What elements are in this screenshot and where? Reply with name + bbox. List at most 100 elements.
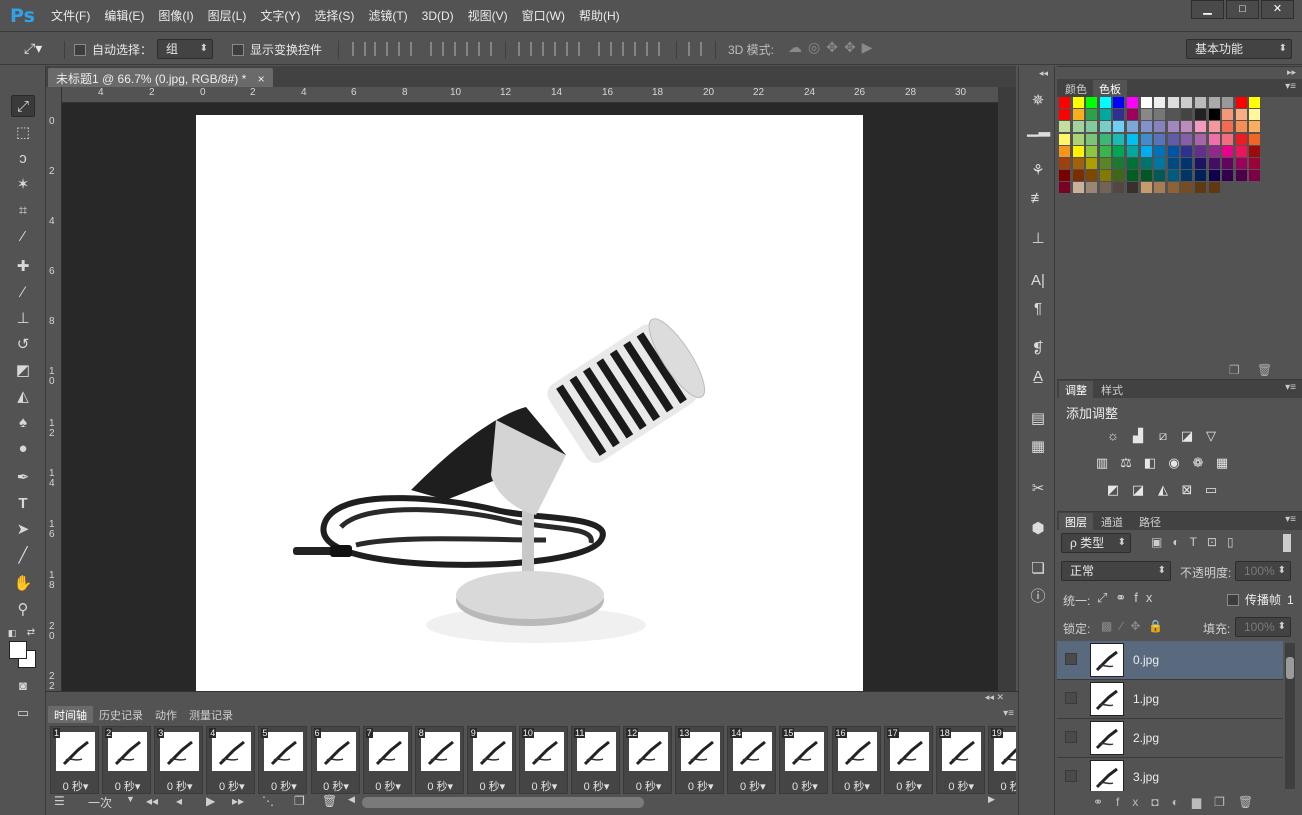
document-tab[interactable]: 未标题1 @ 66.7% (0.jpg, RGB/8#) * × bbox=[48, 68, 273, 87]
blend-mode-dropdown[interactable]: 正常 bbox=[1061, 561, 1171, 581]
move-tool-icon[interactable]: ⤢▾ bbox=[24, 40, 42, 57]
color-swatch[interactable] bbox=[1127, 109, 1138, 121]
prev-frame-icon[interactable]: ◂ bbox=[176, 794, 182, 808]
color-swatch[interactable] bbox=[1072, 158, 1084, 169]
tab-styles[interactable]: 样式 bbox=[1095, 381, 1129, 398]
color-swatch[interactable] bbox=[1113, 121, 1125, 133]
color-swatch[interactable] bbox=[1154, 109, 1166, 121]
next-frame-icon[interactable]: ▸▸ bbox=[232, 794, 244, 808]
color-swatch[interactable] bbox=[1059, 133, 1070, 145]
delete-frame-icon[interactable]: 🗑 bbox=[322, 794, 337, 808]
color-swatch[interactable] bbox=[1167, 182, 1179, 194]
dodge-tool-icon[interactable]: ● bbox=[11, 438, 35, 460]
document-canvas[interactable] bbox=[196, 115, 863, 691]
color-swatch[interactable] bbox=[1195, 109, 1206, 121]
timeline-frame[interactable]: 70 秒▾ bbox=[362, 726, 412, 794]
clone-source-icon[interactable]: ⊥ bbox=[1027, 228, 1049, 250]
propagate-checkbox[interactable]: 传播帧 1 bbox=[1227, 591, 1294, 608]
black-white-icon[interactable]: ◧ bbox=[1141, 455, 1159, 471]
pen-tool-icon[interactable]: ✒ bbox=[11, 467, 35, 489]
color-swatch[interactable] bbox=[1086, 170, 1098, 182]
hand-tool-icon[interactable]: ✋ bbox=[11, 573, 35, 595]
menu-filter[interactable]: 滤镜(T) bbox=[361, 8, 414, 25]
color-swatch[interactable] bbox=[1140, 145, 1152, 157]
align-vcenter-icon[interactable] bbox=[374, 42, 388, 56]
color-swatch[interactable] bbox=[1195, 133, 1206, 145]
blur-tool-icon[interactable]: ♠ bbox=[11, 412, 35, 434]
menu-image[interactable]: 图像(I) bbox=[151, 8, 200, 25]
color-swatch[interactable] bbox=[1059, 170, 1070, 182]
selective-color-icon[interactable]: ⊠ bbox=[1178, 482, 1196, 498]
magic-wand-tool-icon[interactable]: ✶ bbox=[11, 174, 35, 196]
color-swatch[interactable] bbox=[1249, 133, 1261, 145]
fill-field[interactable]: 100% bbox=[1235, 617, 1291, 637]
color-swatch[interactable] bbox=[1208, 145, 1220, 157]
distribute-vcenter-icon[interactable] bbox=[542, 42, 556, 56]
curves-icon[interactable]: ⧄ bbox=[1154, 428, 1172, 444]
stamp-tool-icon[interactable]: ⊥ bbox=[11, 308, 35, 330]
color-swatch[interactable] bbox=[1208, 182, 1220, 194]
color-swatch[interactable] bbox=[1086, 121, 1098, 133]
distribute-left-icon[interactable] bbox=[598, 42, 612, 56]
brush-settings-icon[interactable]: ≢ bbox=[1027, 188, 1049, 210]
color-swatch[interactable] bbox=[1249, 121, 1261, 133]
align-bottom-icon[interactable] bbox=[398, 42, 412, 56]
layer-footer-icons[interactable]: ⚭fx◘◐▆❐🗑 bbox=[1093, 795, 1266, 809]
lock-icons[interactable]: ▩∕✥🔒 bbox=[1101, 619, 1171, 633]
color-swatch[interactable] bbox=[1113, 133, 1125, 145]
color-swatch[interactable] bbox=[1140, 182, 1152, 194]
color-swatch[interactable] bbox=[1059, 158, 1070, 169]
timeline-frame[interactable]: 10 0 秒▾ bbox=[518, 726, 568, 794]
menu-file[interactable]: 文件(F) bbox=[44, 8, 97, 25]
color-swatch[interactable] bbox=[1113, 109, 1125, 121]
color-swatch[interactable] bbox=[1181, 158, 1193, 169]
loop-select[interactable]: 一次 bbox=[88, 794, 112, 811]
color-swatch[interactable] bbox=[1208, 97, 1220, 108]
color-swatch[interactable] bbox=[1235, 121, 1247, 133]
color-swatch[interactable] bbox=[1249, 145, 1261, 157]
color-swatch[interactable] bbox=[1167, 109, 1179, 121]
color-swatch[interactable] bbox=[1249, 170, 1261, 182]
new-swatch-icon[interactable]: ❐ bbox=[1229, 363, 1240, 377]
panel-menu-icon[interactable]: ▾≡ bbox=[1003, 708, 1014, 719]
color-swatch[interactable] bbox=[1113, 145, 1125, 157]
color-swatch[interactable] bbox=[1167, 97, 1179, 108]
color-swatch[interactable] bbox=[1195, 158, 1206, 169]
eraser-tool-icon[interactable]: ◩ bbox=[11, 360, 35, 382]
color-swatch[interactable] bbox=[1059, 121, 1070, 133]
threshold-icon[interactable]: ◭ bbox=[1154, 482, 1172, 498]
color-swatch[interactable] bbox=[1235, 170, 1247, 182]
visibility-toggle[interactable] bbox=[1065, 770, 1077, 782]
auto-select-dropdown[interactable]: 组 bbox=[157, 39, 213, 59]
color-swatch[interactable] bbox=[1059, 109, 1070, 121]
character-icon[interactable]: A| bbox=[1027, 270, 1049, 292]
info-icon[interactable]: ⓘ bbox=[1027, 586, 1049, 608]
visibility-toggle[interactable] bbox=[1065, 731, 1077, 743]
show-transform-checkbox[interactable]: 显示变换控件 bbox=[232, 41, 322, 58]
color-swatch[interactable] bbox=[1127, 158, 1138, 169]
move-tool-icon[interactable]: ⤢ bbox=[11, 95, 35, 117]
color-swatch[interactable] bbox=[1195, 170, 1206, 182]
visibility-toggle[interactable] bbox=[1065, 653, 1077, 665]
color-swatch[interactable] bbox=[1154, 158, 1166, 169]
menu-edit[interactable]: 编辑(E) bbox=[97, 8, 151, 25]
auto-select-checkbox[interactable]: 自动选择： bbox=[74, 41, 152, 58]
color-swatch[interactable] bbox=[1181, 109, 1193, 121]
color-swatch[interactable] bbox=[1072, 182, 1084, 194]
color-swatch[interactable] bbox=[1127, 145, 1138, 157]
color-swatch[interactable] bbox=[1222, 109, 1234, 121]
color-swatch[interactable] bbox=[1072, 133, 1084, 145]
color-swatch[interactable] bbox=[1059, 145, 1070, 157]
exposure-icon[interactable]: ◪ bbox=[1178, 428, 1196, 444]
color-swatch[interactable] bbox=[1222, 158, 1234, 169]
color-swatch[interactable] bbox=[1181, 133, 1193, 145]
color-swatch[interactable] bbox=[1208, 170, 1220, 182]
opacity-field[interactable]: 100% bbox=[1235, 561, 1291, 581]
filter-toggle-icon[interactable] bbox=[1283, 534, 1291, 552]
color-swatch[interactable] bbox=[1140, 170, 1152, 182]
timeline-frame[interactable]: 16 0 秒▾ bbox=[831, 726, 881, 794]
close-tab-icon[interactable]: × bbox=[258, 72, 265, 86]
color-balance-icon[interactable]: ⚖ bbox=[1117, 455, 1135, 471]
character-styles-icon[interactable]: A̲ bbox=[1027, 366, 1049, 388]
workspace-dropdown[interactable]: 基本功能 bbox=[1186, 39, 1292, 59]
